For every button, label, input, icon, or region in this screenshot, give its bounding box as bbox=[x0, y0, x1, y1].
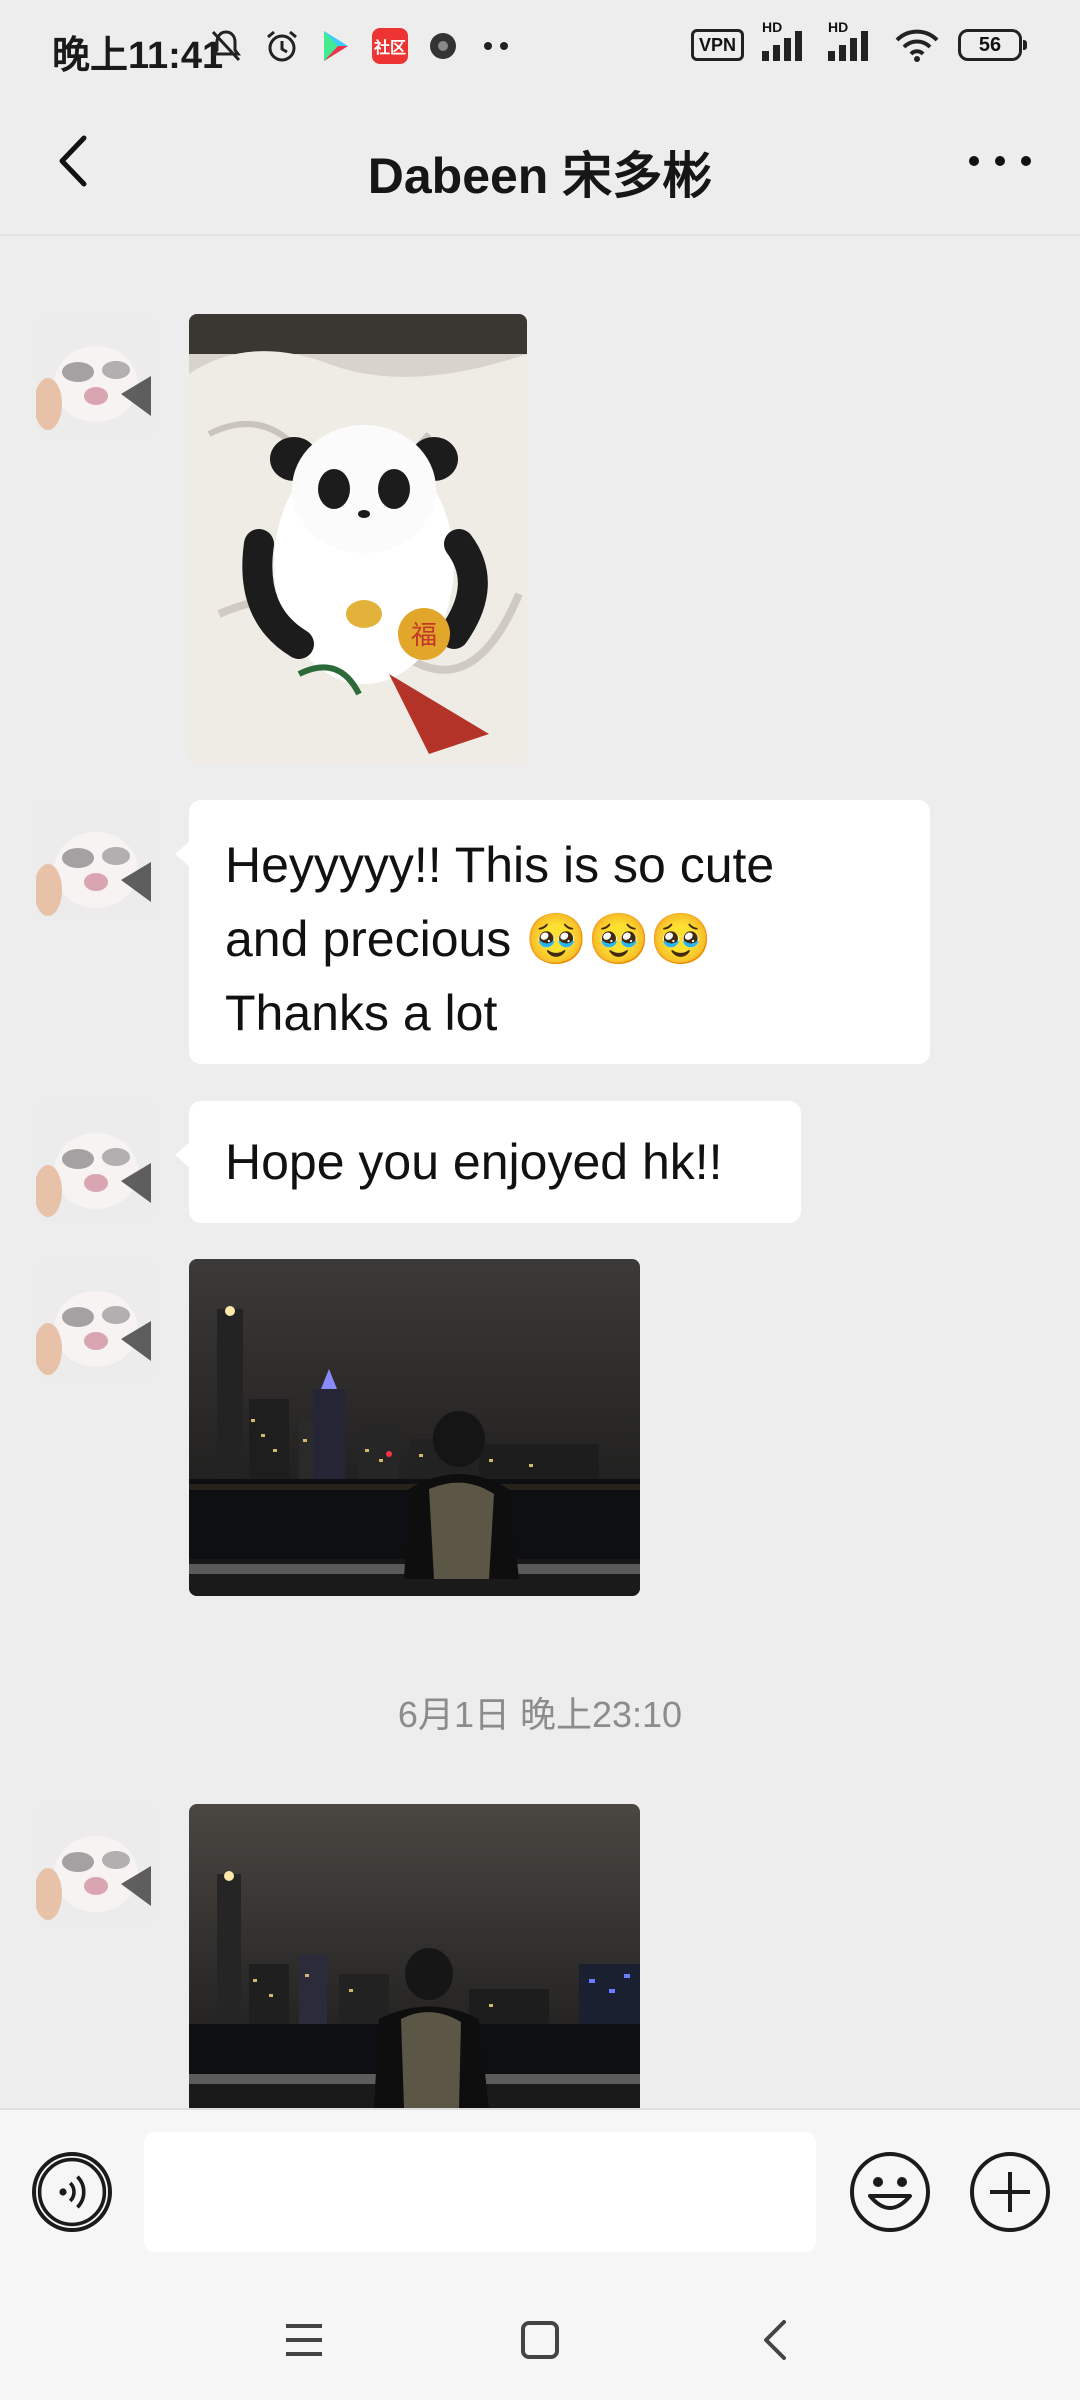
image-message-panda[interactable]: 福 bbox=[189, 314, 527, 764]
contact-avatar[interactable] bbox=[36, 314, 156, 434]
signal-1: HD bbox=[762, 19, 810, 61]
battery-indicator: 56 bbox=[958, 29, 1027, 61]
system-nav-bar bbox=[0, 2258, 1080, 2400]
emoji-icon[interactable] bbox=[848, 2150, 932, 2234]
hd-label: HD bbox=[828, 19, 849, 35]
message-line: Heyyyyy!! This is so cute bbox=[225, 837, 775, 893]
alarm-icon bbox=[267, 30, 297, 62]
signal-2: HD bbox=[828, 19, 876, 61]
contact-avatar[interactable] bbox=[36, 1259, 156, 1379]
wifi-icon bbox=[895, 29, 939, 62]
message-line: Hope you enjoyed hk!! bbox=[225, 1134, 723, 1190]
voice-icon[interactable] bbox=[32, 2152, 112, 2232]
panda-photo: 福 bbox=[189, 314, 527, 764]
message-input[interactable] bbox=[144, 2132, 816, 2252]
image-message-harbour[interactable] bbox=[189, 1259, 640, 1596]
plus-icon[interactable] bbox=[968, 2150, 1052, 2234]
message-line: and precious 🥹🥹🥹 bbox=[225, 911, 712, 967]
back-nav-icon[interactable] bbox=[756, 2318, 796, 2362]
hd-label: HD bbox=[762, 19, 783, 35]
status-system-icons: VPN HD HD 56 bbox=[690, 19, 1027, 62]
avatar-image bbox=[36, 314, 156, 434]
play-store-icon bbox=[324, 31, 348, 61]
app-dark-icon bbox=[430, 33, 456, 59]
menu-icon[interactable] bbox=[284, 2320, 324, 2360]
more-notifications-icon bbox=[484, 42, 508, 50]
message-input-bar bbox=[0, 2108, 1080, 2260]
contact-avatar[interactable] bbox=[36, 1101, 156, 1221]
app-badge-icon: 社区 bbox=[372, 28, 408, 64]
harbour-photo-2 bbox=[189, 1804, 640, 2108]
vpn-badge: VPN bbox=[690, 29, 744, 61]
status-bar: 晚上11:41 社区 VPN HD HD 56 bbox=[0, 0, 1080, 96]
avatar-image bbox=[36, 1101, 156, 1221]
contact-avatar[interactable] bbox=[36, 1804, 156, 1924]
avatar-image bbox=[36, 1259, 156, 1379]
chat-title: Dabeen 宋多彬 bbox=[367, 148, 713, 204]
image-message-harbour-2[interactable] bbox=[189, 1804, 640, 2108]
chat-header: Dabeen 宋多彬 bbox=[0, 96, 1080, 236]
text-message-bubble[interactable]: Heyyyyy!! This is so cute and precious 🥹… bbox=[175, 800, 930, 1064]
svg-text:福: 福 bbox=[411, 621, 437, 651]
home-icon[interactable] bbox=[520, 2320, 560, 2360]
status-time: 晚上11:41 bbox=[52, 35, 224, 77]
contact-avatar[interactable] bbox=[36, 800, 156, 920]
chat-timestamp: 6月1日 晚上23:10 bbox=[397, 1694, 683, 1735]
avatar-image bbox=[36, 800, 156, 920]
text-message-bubble[interactable]: Hope you enjoyed hk!! bbox=[175, 1101, 801, 1223]
message-line: Thanks a lot bbox=[225, 985, 498, 1041]
more-dots-icon[interactable] bbox=[960, 136, 1040, 186]
harbour-photo bbox=[189, 1259, 640, 1596]
status-notification-icons: 社区 bbox=[208, 28, 514, 64]
avatar-image bbox=[36, 1804, 156, 1924]
bell-off-icon bbox=[211, 30, 241, 62]
